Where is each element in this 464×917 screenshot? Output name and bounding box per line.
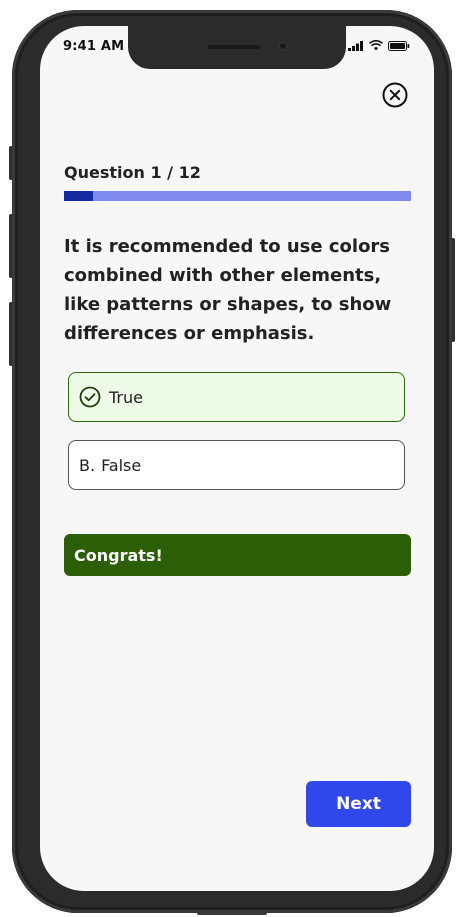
app-screen: 9:41 AM Question 1 / 12 It is recommende… [40, 26, 434, 891]
answer-option-true[interactable]: True [68, 372, 405, 422]
status-icons [348, 40, 410, 51]
answer-letter: B. [79, 455, 96, 475]
wifi-icon [369, 40, 383, 51]
question-counter: Question 1 / 12 [64, 163, 201, 182]
question-text: It is recommended to use colors combined… [64, 236, 392, 344]
close-button[interactable] [382, 82, 408, 108]
signal-icon [348, 40, 363, 51]
speaker-grille [208, 45, 260, 49]
status-time: 9:41 AM [63, 39, 125, 54]
notch [128, 26, 346, 69]
battery-icon [388, 40, 410, 51]
next-button[interactable]: Next [306, 781, 411, 827]
bottom-edge [197, 911, 267, 915]
answer-label: False [101, 455, 142, 475]
progress-bar [64, 191, 411, 201]
device-mockup: 9:41 AM Question 1 / 12 It is recommende… [0, 0, 464, 917]
answer-option-false[interactable]: B. False [68, 440, 405, 490]
answer-label: True [109, 387, 143, 407]
progress-bar-fill [64, 191, 93, 201]
feedback-banner: Congrats! [64, 534, 411, 576]
close-circle-icon [382, 82, 408, 108]
camera-icon [278, 41, 288, 51]
check-circle-icon [79, 386, 101, 408]
